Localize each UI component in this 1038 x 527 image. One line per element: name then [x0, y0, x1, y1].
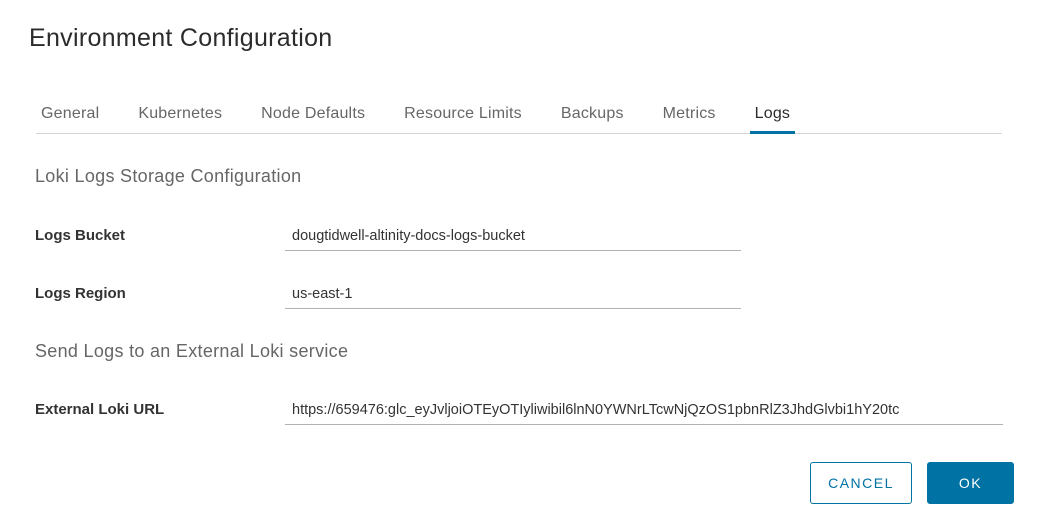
tab-kubernetes[interactable]: Kubernetes — [133, 99, 227, 133]
dialog-title: Environment Configuration — [29, 24, 333, 52]
logs-bucket-input[interactable] — [285, 221, 741, 251]
tab-resource-limits[interactable]: Resource Limits — [399, 99, 527, 133]
logs-region-label: Logs Region — [35, 285, 126, 302]
tab-node-defaults[interactable]: Node Defaults — [256, 99, 370, 133]
external-loki-heading: Send Logs to an External Loki service — [35, 341, 349, 361]
tab-backups[interactable]: Backups — [556, 99, 629, 133]
environment-configuration-dialog: Environment Configuration General Kubern… — [0, 0, 1038, 527]
external-loki-url-label: External Loki URL — [35, 401, 165, 418]
tab-metrics[interactable]: Metrics — [658, 99, 721, 133]
external-loki-url-input[interactable] — [285, 395, 1003, 425]
tab-bar: General Kubernetes Node Defaults Resourc… — [36, 99, 1002, 134]
tab-logs[interactable]: Logs — [749, 99, 796, 134]
loki-storage-heading: Loki Logs Storage Configuration — [35, 166, 302, 186]
ok-button[interactable]: OK — [927, 462, 1014, 504]
logs-bucket-label: Logs Bucket — [35, 227, 126, 244]
tab-general[interactable]: General — [36, 99, 104, 133]
cancel-button[interactable]: CANCEL — [810, 462, 912, 504]
logs-region-input[interactable] — [285, 279, 741, 309]
